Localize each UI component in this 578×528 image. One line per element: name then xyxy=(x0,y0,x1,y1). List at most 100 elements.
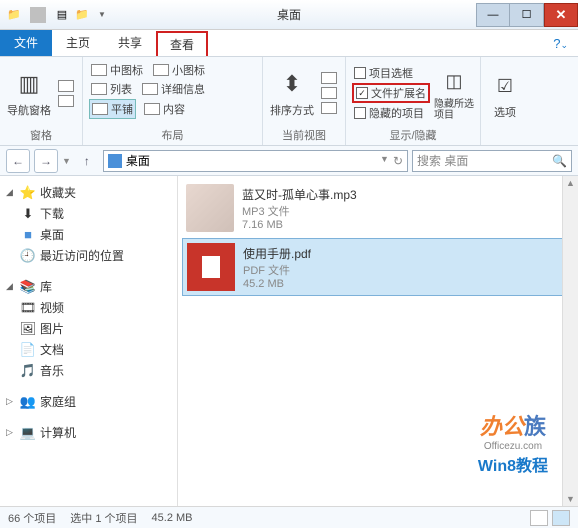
history-dropdown-icon[interactable]: ▼ xyxy=(62,156,71,166)
sidebar-computer[interactable]: ▷💻计算机 xyxy=(0,422,177,443)
search-icon: 🔍 xyxy=(552,154,567,168)
group-by-button[interactable] xyxy=(319,71,339,85)
ribbon-group-panes: ▥ 导航窗格 窗格 xyxy=(0,57,83,145)
preview-pane-icon xyxy=(58,80,74,92)
desktop-icon: ■ xyxy=(20,227,36,243)
sidebar-favorites[interactable]: ◢⭐收藏夹 xyxy=(0,182,177,203)
details-pane-button[interactable] xyxy=(56,94,76,108)
sidebar-downloads[interactable]: ⬇下载 xyxy=(0,203,177,224)
collapse-icon: ◢ xyxy=(6,281,16,292)
refresh-icon[interactable]: ↻ xyxy=(393,154,403,168)
back-button[interactable]: ← xyxy=(6,149,30,173)
layout-small-icons[interactable]: 小图标 xyxy=(151,61,207,79)
sidebar-pictures[interactable]: 🖼图片 xyxy=(0,318,177,339)
group-icon xyxy=(321,72,337,84)
panes-col xyxy=(56,61,76,125)
sidebar-libraries[interactable]: ◢📚库 xyxy=(0,276,177,297)
preview-pane-button[interactable] xyxy=(56,79,76,93)
hide-icon: ◫ xyxy=(438,65,470,97)
up-button[interactable]: ↑ xyxy=(75,149,99,173)
layout-list[interactable]: 列表 xyxy=(89,80,134,98)
ribbon-group-options: ☑ 选项 xyxy=(481,57,529,145)
computer-icon: 💻 xyxy=(20,425,36,441)
check-item-checkboxes[interactable]: 项目选框 xyxy=(352,64,430,82)
tab-share[interactable]: 共享 xyxy=(104,29,156,56)
sort-button[interactable]: ⬍ 排序方式 xyxy=(269,61,315,125)
file-size: 7.16 MB xyxy=(242,219,357,231)
check-hidden-items[interactable]: 隐藏的项目 xyxy=(352,104,430,122)
check-file-extensions[interactable]: 文件扩展名 xyxy=(352,83,430,103)
tiles-icon xyxy=(92,103,108,115)
scrollbar-vertical[interactable] xyxy=(562,176,578,506)
file-name: 蓝又时-孤单心事.mp3 xyxy=(242,186,357,203)
file-type: MP3 文件 xyxy=(242,203,357,219)
group-label-empty xyxy=(487,129,523,143)
new-folder-icon[interactable]: 📁 xyxy=(74,7,90,23)
address-dropdown-icon[interactable]: ▼ xyxy=(380,154,389,168)
file-info: 蓝又时-孤单心事.mp3 MP3 文件 7.16 MB xyxy=(242,184,357,232)
location-text: 桌面 xyxy=(126,152,150,169)
document-icon: 📄 xyxy=(20,342,36,358)
sidebar-recent[interactable]: 🕘最近访问的位置 xyxy=(0,245,177,266)
sidebar-music[interactable]: 🎵音乐 xyxy=(0,360,177,381)
recent-icon: 🕘 xyxy=(20,248,36,264)
help-icon[interactable]: ?⌄ xyxy=(543,31,578,56)
address-bar[interactable]: 桌面 ▼ ↻ xyxy=(103,150,408,172)
collapse-icon: ◢ xyxy=(6,187,16,198)
music-icon: 🎵 xyxy=(20,363,36,379)
homegroup-icon: 👥 xyxy=(20,394,36,410)
window-controls: — ☐ ✕ xyxy=(476,3,578,27)
hide-selected-button[interactable]: ◫ 隐藏所选项目 xyxy=(434,61,474,125)
tab-home[interactable]: 主页 xyxy=(52,29,104,56)
properties-icon[interactable]: ▤ xyxy=(54,7,70,23)
qat-dropdown-icon[interactable]: ▼ xyxy=(94,7,110,23)
group-label-panes: 窗格 xyxy=(6,125,76,143)
sidebar-videos[interactable]: 🎞视频 xyxy=(0,297,177,318)
hide-selected-label: 隐藏所选项目 xyxy=(434,99,474,121)
sidebar-desktop[interactable]: ■桌面 xyxy=(0,224,177,245)
sidebar: ◢⭐收藏夹 ⬇下载 ■桌面 🕘最近访问的位置 ◢📚库 🎞视频 🖼图片 📄文档 🎵… xyxy=(0,176,178,506)
status-item-count: 66 个项目 xyxy=(8,510,56,526)
file-name: 使用手册.pdf xyxy=(243,245,311,262)
show-hide-checks: 项目选框 文件扩展名 隐藏的项目 xyxy=(352,61,430,125)
maximize-button[interactable]: ☐ xyxy=(510,3,544,27)
ribbon: ▥ 导航窗格 窗格 中图标 小图标 列表 详细信息 平铺 内容 布 xyxy=(0,56,578,146)
forward-button[interactable]: → xyxy=(34,149,58,173)
checkbox-checked-icon xyxy=(356,87,368,99)
details-icon xyxy=(142,83,158,95)
search-box[interactable]: 搜索 桌面 🔍 xyxy=(412,150,572,172)
file-info: 使用手册.pdf PDF 文件 45.2 MB xyxy=(243,243,311,291)
download-icon: ⬇ xyxy=(20,206,36,222)
statusbar: 66 个项目 选中 1 个项目 45.2 MB xyxy=(0,506,578,528)
medium-icons-icon xyxy=(91,64,107,76)
minimize-button[interactable]: — xyxy=(476,3,510,27)
ribbon-group-show-hide: 项目选框 文件扩展名 隐藏的项目 ◫ 隐藏所选项目 显示/隐藏 xyxy=(346,57,481,145)
close-button[interactable]: ✕ xyxy=(544,3,578,27)
library-icon: 📚 xyxy=(20,279,36,295)
pdf-icon xyxy=(187,243,235,291)
quick-access-toolbar: 📁 ▤ 📁 ▼ xyxy=(0,7,110,23)
layout-details[interactable]: 详细信息 xyxy=(140,80,207,98)
file-type: PDF 文件 xyxy=(243,262,311,278)
checkbox-icon xyxy=(354,107,366,119)
expand-icon: ▷ xyxy=(6,396,16,407)
ribbon-group-current-view: ⬍ 排序方式 当前视图 xyxy=(263,57,346,145)
nav-pane-button[interactable]: ▥ 导航窗格 xyxy=(6,61,52,125)
file-item[interactable]: 蓝又时-孤单心事.mp3 MP3 文件 7.16 MB xyxy=(182,180,574,236)
search-placeholder: 搜索 桌面 xyxy=(417,152,468,169)
view-switcher xyxy=(530,510,570,526)
tab-view[interactable]: 查看 xyxy=(156,31,208,56)
view-details-icon[interactable] xyxy=(530,510,548,526)
layout-medium-icons[interactable]: 中图标 xyxy=(89,61,145,79)
tab-file[interactable]: 文件 xyxy=(0,29,52,56)
file-item[interactable]: 使用手册.pdf PDF 文件 45.2 MB xyxy=(182,238,574,296)
layout-content[interactable]: 内容 xyxy=(142,99,187,119)
view-tiles-icon[interactable] xyxy=(552,510,570,526)
add-columns-button[interactable] xyxy=(319,86,339,100)
sidebar-documents[interactable]: 📄文档 xyxy=(0,339,177,360)
options-button[interactable]: ☑ 选项 xyxy=(487,61,523,129)
layout-tiles[interactable]: 平铺 xyxy=(89,99,136,119)
sidebar-homegroup[interactable]: ▷👥家庭组 xyxy=(0,391,177,412)
size-columns-button[interactable] xyxy=(319,101,339,115)
ribbon-tabs: 文件 主页 共享 查看 ?⌄ xyxy=(0,30,578,56)
